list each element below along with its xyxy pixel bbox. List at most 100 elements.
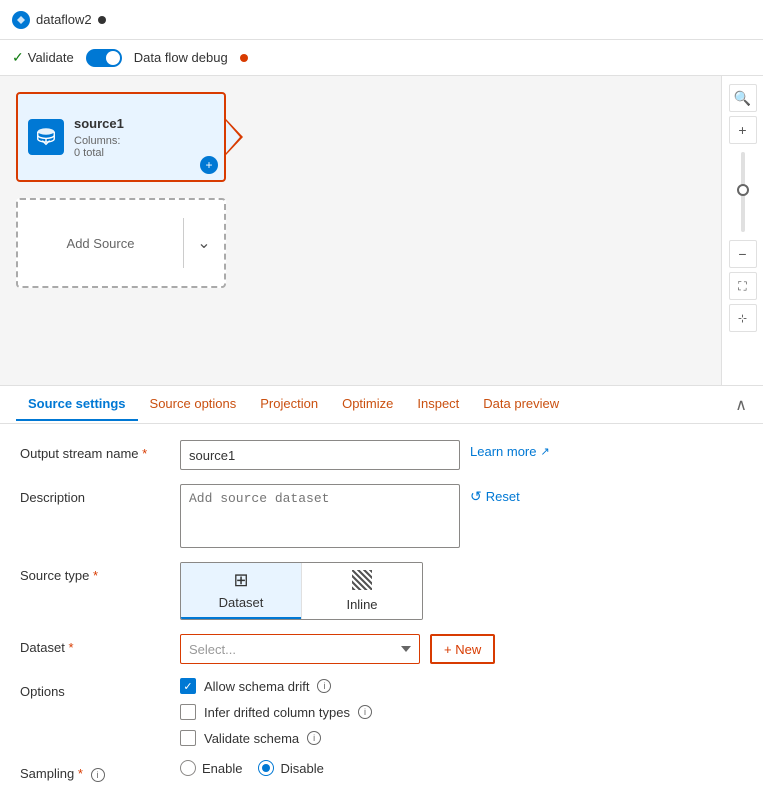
infer-drifted-label: Infer drifted column types xyxy=(204,705,350,720)
sampling-label: Sampling * i xyxy=(20,760,180,782)
required-indicator: * xyxy=(142,446,147,461)
source-type-group: ⊞ Dataset Inline xyxy=(180,562,423,620)
tab-source-settings[interactable]: Source settings xyxy=(16,388,138,421)
dataset-row: Dataset * Select... + New xyxy=(20,634,743,664)
toolbar: ✓ Validate Data flow debug xyxy=(0,40,763,76)
infer-drifted-row: Infer drifted column types i xyxy=(180,704,372,720)
source-node[interactable]: source1 Columns: 0 total + xyxy=(16,92,226,182)
sampling-controls: Enable Disable xyxy=(180,760,743,776)
tab-inspect[interactable]: Inspect xyxy=(405,388,471,421)
output-stream-controls: Learn more ↗ xyxy=(180,440,743,470)
allow-schema-drift-checkbox[interactable] xyxy=(180,678,196,694)
description-label: Description xyxy=(20,484,180,505)
source-type-row: Source type * ⊞ Dataset Inline xyxy=(20,562,743,620)
zoom-in-icon: + xyxy=(738,122,746,138)
options-label: Options xyxy=(20,678,180,699)
source-node-sub: Columns: 0 total xyxy=(74,135,214,159)
options-group: Allow schema drift i Infer drifted colum… xyxy=(180,678,372,746)
validate-schema-info-icon[interactable]: i xyxy=(307,731,321,745)
infer-drifted-checkbox[interactable] xyxy=(180,704,196,720)
validate-schema-label: Validate schema xyxy=(204,731,299,746)
toggle-thumb xyxy=(106,51,120,65)
tab-projection[interactable]: Projection xyxy=(248,388,330,421)
bottom-panel: Source settings Source options Projectio… xyxy=(0,386,763,812)
canvas-main: source1 Columns: 0 total + Add Source ⌄ xyxy=(0,76,721,385)
dataset-controls: Select... + New xyxy=(180,634,743,664)
debug-toggle[interactable] xyxy=(86,49,122,67)
external-link-icon: ↗ xyxy=(540,445,549,458)
sampling-row: Sampling * i Enable Disable xyxy=(20,760,743,782)
dataset-label: Dataset * xyxy=(20,634,180,655)
sampling-enable-radio[interactable] xyxy=(180,760,196,776)
new-dataset-button[interactable]: + New xyxy=(430,634,495,664)
description-row: Description ↺ Reset xyxy=(20,484,743,548)
search-icon: 🔍 xyxy=(734,90,751,107)
output-stream-label: Output stream name * xyxy=(20,440,180,461)
check-icon: ✓ xyxy=(12,49,24,66)
source-node-add-btn[interactable]: + xyxy=(200,156,218,174)
select-button[interactable]: ⊹ xyxy=(729,304,757,332)
form-area: Output stream name * Learn more ↗ Descri… xyxy=(0,424,763,812)
source-node-info: source1 Columns: 0 total xyxy=(74,116,214,159)
dataset-select[interactable]: Select... xyxy=(180,634,420,664)
add-source-chevron[interactable]: ⌄ xyxy=(184,233,224,253)
fit-icon: ⛶ xyxy=(738,279,746,294)
allow-schema-drift-info-icon[interactable]: i xyxy=(317,679,331,693)
options-row: Options Allow schema drift i Infer drift… xyxy=(20,678,743,746)
zoom-out-button[interactable]: − xyxy=(729,240,757,268)
description-controls: ↺ Reset xyxy=(180,484,743,548)
zoom-thumb xyxy=(737,184,749,196)
debug-label: Data flow debug xyxy=(134,50,228,65)
learn-more-link[interactable]: Learn more ↗ xyxy=(470,440,550,459)
app-icon xyxy=(12,11,30,29)
zoom-slider[interactable] xyxy=(741,152,745,232)
reset-icon: ↺ xyxy=(470,488,482,505)
output-stream-row: Output stream name * Learn more ↗ xyxy=(20,440,743,470)
search-button[interactable]: 🔍 xyxy=(729,84,757,112)
source-node-icon xyxy=(28,119,64,155)
sampling-disable-radio[interactable] xyxy=(258,760,274,776)
inline-icon xyxy=(352,570,372,593)
sampling-disable-label: Disable xyxy=(280,761,323,776)
allow-schema-drift-label: Allow schema drift xyxy=(204,679,309,694)
add-source-box[interactable]: Add Source ⌄ xyxy=(16,198,226,288)
description-input[interactable] xyxy=(180,484,460,548)
zoom-in-button[interactable]: + xyxy=(729,116,757,144)
reset-button[interactable]: ↺ Reset xyxy=(470,484,520,505)
app-title-area: dataflow2 xyxy=(12,11,106,29)
add-source-label: Add Source xyxy=(18,236,183,251)
allow-schema-drift-row: Allow schema drift i xyxy=(180,678,372,694)
canvas-area: source1 Columns: 0 total + Add Source ⌄ xyxy=(0,76,763,386)
add-source-inner: Add Source ⌄ xyxy=(18,218,224,268)
source-type-inline-btn[interactable]: Inline xyxy=(302,563,422,619)
zoom-out-icon: − xyxy=(738,246,746,262)
top-bar: dataflow2 xyxy=(0,0,763,40)
canvas-controls: 🔍 + − ⛶ ⊹ xyxy=(721,76,763,385)
tabs-bar: Source settings Source options Projectio… xyxy=(0,386,763,424)
tab-data-preview[interactable]: Data preview xyxy=(471,388,571,421)
unsaved-indicator xyxy=(98,16,106,24)
sampling-enable-row: Enable xyxy=(180,760,242,776)
output-stream-input[interactable] xyxy=(180,440,460,470)
source-node-title: source1 xyxy=(74,116,214,131)
source-type-label: Source type * xyxy=(20,562,180,583)
validate-label: Validate xyxy=(28,50,74,65)
sampling-disable-row: Disable xyxy=(258,760,323,776)
debug-status-dot xyxy=(240,54,248,62)
fit-button[interactable]: ⛶ xyxy=(729,272,757,300)
sampling-enable-label: Enable xyxy=(202,761,242,776)
validate-schema-row: Validate schema i xyxy=(180,730,372,746)
tab-optimize[interactable]: Optimize xyxy=(330,388,405,421)
tabs-collapse-button[interactable]: ∧ xyxy=(735,395,747,415)
source-type-controls: ⊞ Dataset Inline xyxy=(180,562,743,620)
select-icon: ⊹ xyxy=(738,312,747,325)
source-type-dataset-btn[interactable]: ⊞ Dataset xyxy=(181,563,301,619)
validate-button[interactable]: ✓ Validate xyxy=(12,49,74,66)
dataset-icon: ⊞ xyxy=(233,570,248,591)
sampling-info-icon[interactable]: i xyxy=(91,768,105,782)
tab-source-options[interactable]: Source options xyxy=(138,388,249,421)
validate-schema-checkbox[interactable] xyxy=(180,730,196,746)
infer-drifted-info-icon[interactable]: i xyxy=(358,705,372,719)
app-title: dataflow2 xyxy=(36,12,92,27)
options-controls: Allow schema drift i Infer drifted colum… xyxy=(180,678,743,746)
